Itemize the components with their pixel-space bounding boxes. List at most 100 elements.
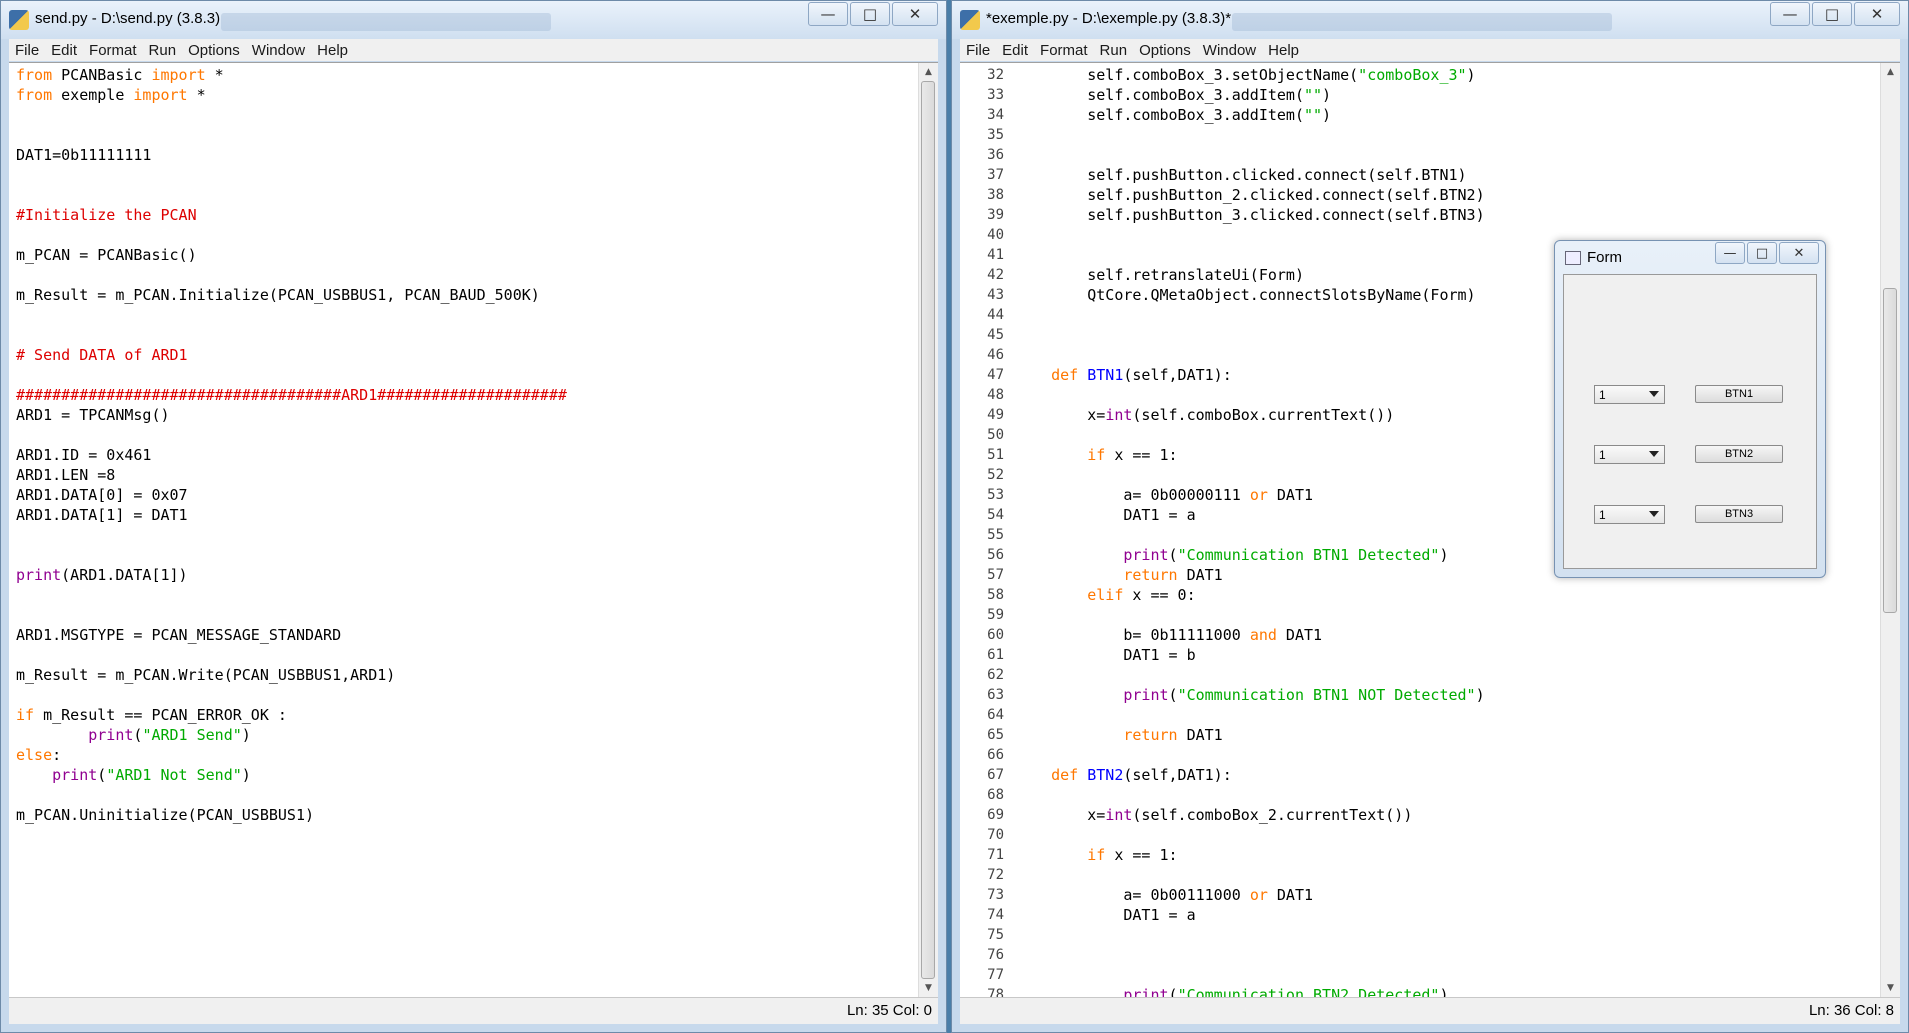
code-line[interactable]: a= 0b00111000 or DAT1 xyxy=(1015,885,1880,905)
code-line[interactable] xyxy=(1015,945,1880,965)
scroll-thumb[interactable] xyxy=(921,81,935,979)
dropdown-arrow-icon[interactable] xyxy=(1649,511,1659,517)
menu-item-file[interactable]: File xyxy=(9,42,45,59)
btn1-button[interactable]: BTN1 xyxy=(1695,385,1783,403)
code-line[interactable] xyxy=(16,685,918,705)
code-line[interactable] xyxy=(1015,925,1880,945)
code-line[interactable]: print("Communication BTN1 NOT Detected") xyxy=(1015,685,1880,705)
dropdown-arrow-icon[interactable] xyxy=(1649,391,1659,397)
code-line[interactable]: print("ARD1 Send") xyxy=(16,725,918,745)
menu-item-run[interactable]: Run xyxy=(1094,42,1134,59)
combobox-3[interactable]: 1 xyxy=(1594,505,1665,524)
code-line[interactable]: # Send DATA of ARD1 xyxy=(16,345,918,365)
code-line[interactable]: ARD1.MSGTYPE = PCAN_MESSAGE_STANDARD xyxy=(16,625,918,645)
code-line[interactable] xyxy=(16,225,918,245)
code-line[interactable]: from PCANBasic import * xyxy=(16,65,918,85)
code-line[interactable] xyxy=(1015,145,1880,165)
code-line[interactable]: self.comboBox_3.addItem("") xyxy=(1015,85,1880,105)
menu-item-help[interactable]: Help xyxy=(311,42,354,59)
code-editor[interactable]: from PCANBasic import * from exemple impo… xyxy=(9,62,938,997)
vertical-scrollbar[interactable]: ▲ ▼ xyxy=(1880,63,1900,997)
code-line[interactable]: m_Result = m_PCAN.Initialize(PCAN_USBBUS… xyxy=(16,285,918,305)
code-line[interactable] xyxy=(16,325,918,345)
code-line[interactable]: DAT1 = a xyxy=(1015,905,1880,925)
code-line[interactable] xyxy=(16,105,918,125)
menu-item-edit[interactable]: Edit xyxy=(996,42,1034,59)
close-icon[interactable]: ✕ xyxy=(892,2,938,26)
maximize-icon[interactable]: □ xyxy=(850,2,890,26)
menu-item-window[interactable]: Window xyxy=(246,42,311,59)
code-line[interactable]: self.comboBox_3.setObjectName("comboBox_… xyxy=(1015,65,1880,85)
code-line[interactable] xyxy=(16,185,918,205)
minimize-icon[interactable]: — xyxy=(1770,2,1810,26)
close-icon[interactable]: ✕ xyxy=(1779,242,1819,264)
code-line[interactable] xyxy=(16,605,918,625)
minimize-icon[interactable]: — xyxy=(808,2,848,26)
code-line[interactable]: m_PCAN.Uninitialize(PCAN_USBBUS1) xyxy=(16,805,918,825)
code-line[interactable]: from exemple import * xyxy=(16,85,918,105)
code-line[interactable]: if x == 1: xyxy=(1015,845,1880,865)
scroll-up-icon[interactable]: ▲ xyxy=(919,63,938,81)
code-line[interactable] xyxy=(1015,825,1880,845)
menu-item-run[interactable]: Run xyxy=(143,42,183,59)
code-text[interactable]: from PCANBasic import * from exemple impo… xyxy=(16,65,918,825)
code-line[interactable]: if m_Result == PCAN_ERROR_OK : xyxy=(16,705,918,725)
menu-item-window[interactable]: Window xyxy=(1197,42,1262,59)
combobox-1[interactable]: 1 xyxy=(1594,385,1665,404)
code-line[interactable]: self.pushButton_3.clicked.connect(self.B… xyxy=(1015,205,1880,225)
scroll-up-icon[interactable]: ▲ xyxy=(1881,63,1900,81)
menu-item-edit[interactable]: Edit xyxy=(45,42,83,59)
code-line[interactable]: ARD1.DATA[0] = 0x07 xyxy=(16,485,918,505)
code-line[interactable]: #Initialize the PCAN xyxy=(16,205,918,225)
code-line[interactable]: b= 0b11111000 and DAT1 xyxy=(1015,625,1880,645)
close-icon[interactable]: ✕ xyxy=(1854,2,1900,26)
code-line[interactable] xyxy=(16,425,918,445)
code-line[interactable]: return DAT1 xyxy=(1015,725,1880,745)
dropdown-arrow-icon[interactable] xyxy=(1649,451,1659,457)
code-line[interactable] xyxy=(1015,965,1880,985)
code-line[interactable]: ARD1.ID = 0x461 xyxy=(16,445,918,465)
code-line[interactable] xyxy=(16,125,918,145)
btn3-button[interactable]: BTN3 xyxy=(1695,505,1783,523)
code-line[interactable] xyxy=(1015,665,1880,685)
title-bar[interactable]: *exemple.py - D:\exemple.py (3.8.3)* — □… xyxy=(952,1,1908,39)
code-line[interactable]: ####################################ARD1… xyxy=(16,385,918,405)
combobox-2[interactable]: 1 xyxy=(1594,445,1665,464)
maximize-icon[interactable]: □ xyxy=(1812,2,1852,26)
menu-item-file[interactable]: File xyxy=(960,42,996,59)
code-line[interactable]: DAT1=0b11111111 xyxy=(16,145,918,165)
code-line[interactable] xyxy=(1015,605,1880,625)
code-line[interactable] xyxy=(1015,125,1880,145)
menu-item-options[interactable]: Options xyxy=(182,42,246,59)
code-line[interactable] xyxy=(1015,785,1880,805)
scroll-down-icon[interactable]: ▼ xyxy=(919,979,938,997)
btn2-button[interactable]: BTN2 xyxy=(1695,445,1783,463)
maximize-icon[interactable]: □ xyxy=(1747,242,1777,264)
code-line[interactable]: self.pushButton_2.clicked.connect(self.B… xyxy=(1015,185,1880,205)
minimize-icon[interactable]: — xyxy=(1715,242,1745,264)
code-line[interactable]: m_Result = m_PCAN.Write(PCAN_USBBUS1,ARD… xyxy=(16,665,918,685)
code-line[interactable] xyxy=(16,545,918,565)
code-line[interactable] xyxy=(16,785,918,805)
code-line[interactable] xyxy=(16,645,918,665)
code-line[interactable] xyxy=(16,585,918,605)
code-line[interactable] xyxy=(16,165,918,185)
menu-item-format[interactable]: Format xyxy=(1034,42,1094,59)
code-line[interactable]: self.pushButton.clicked.connect(self.BTN… xyxy=(1015,165,1880,185)
code-line[interactable]: ARD1.DATA[1] = DAT1 xyxy=(16,505,918,525)
code-line[interactable]: elif x == 0: xyxy=(1015,585,1880,605)
code-line[interactable]: x=int(self.comboBox_2.currentText()) xyxy=(1015,805,1880,825)
menu-item-options[interactable]: Options xyxy=(1133,42,1197,59)
code-line[interactable]: ARD1 = TPCANMsg() xyxy=(16,405,918,425)
scroll-down-icon[interactable]: ▼ xyxy=(1881,979,1900,997)
code-line[interactable]: def BTN2(self,DAT1): xyxy=(1015,765,1880,785)
code-line[interactable] xyxy=(16,265,918,285)
code-line[interactable] xyxy=(1015,705,1880,725)
code-line[interactable]: print(ARD1.DATA[1]) xyxy=(16,565,918,585)
code-line[interactable]: self.comboBox_3.addItem("") xyxy=(1015,105,1880,125)
code-line[interactable]: ARD1.LEN =8 xyxy=(16,465,918,485)
code-line[interactable]: print("ARD1 Not Send") xyxy=(16,765,918,785)
menu-item-help[interactable]: Help xyxy=(1262,42,1305,59)
code-line[interactable]: else: xyxy=(16,745,918,765)
code-line[interactable]: m_PCAN = PCANBasic() xyxy=(16,245,918,265)
